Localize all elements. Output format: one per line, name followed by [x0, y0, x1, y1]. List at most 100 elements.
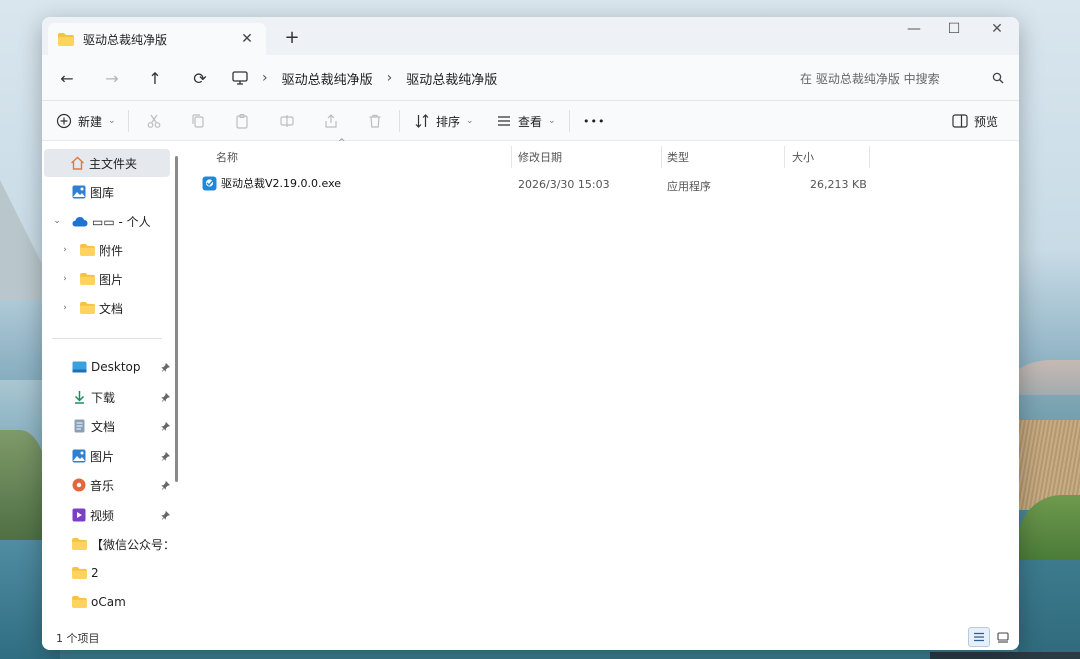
- sidebar-item-folder-2[interactable]: 2: [42, 559, 172, 587]
- item-count: 1 个项目: [56, 632, 100, 645]
- breadcrumb-item[interactable]: 驱动总裁纯净版: [406, 69, 497, 88]
- sidebar-item-downloads[interactable]: 下载: [42, 383, 172, 411]
- folder-icon: [58, 32, 74, 46]
- more-options-button[interactable]: •••: [583, 110, 605, 132]
- sidebar-divider: [52, 338, 162, 339]
- scissors-icon: [146, 113, 162, 129]
- title-bar: 驱动总裁纯净版 ✕ + — ☐ ✕: [42, 17, 1019, 55]
- sidebar-item-label: 音乐: [90, 478, 115, 493]
- column-divider[interactable]: [661, 146, 662, 168]
- pin-icon[interactable]: [161, 421, 170, 431]
- pin-icon[interactable]: [161, 510, 170, 520]
- new-tab-button[interactable]: +: [282, 27, 302, 48]
- sidebar-scrollbar[interactable]: [175, 156, 178, 482]
- list-view-icon: [973, 632, 985, 642]
- pin-icon[interactable]: [161, 362, 170, 372]
- pin-icon[interactable]: [161, 451, 170, 461]
- folder-icon: [72, 567, 87, 579]
- sidebar-item-label: 文档: [99, 301, 124, 316]
- chevron-right-icon[interactable]: ›: [59, 303, 71, 313]
- back-button[interactable]: ←: [56, 67, 78, 89]
- sidebar-item-ocam[interactable]: oCam: [42, 588, 172, 616]
- tiles-view-icon: [997, 631, 1009, 643]
- sidebar-item-desktop[interactable]: Desktop: [42, 353, 172, 381]
- sidebar-item-music[interactable]: 音乐: [42, 471, 172, 499]
- chevron-right-icon[interactable]: ›: [59, 245, 71, 255]
- new-button[interactable]: 新建 ⌄: [56, 110, 116, 132]
- sidebar-item-videos[interactable]: 视频: [42, 501, 172, 529]
- column-divider[interactable]: [511, 146, 512, 168]
- column-divider[interactable]: [784, 146, 785, 168]
- share-button[interactable]: [323, 110, 339, 132]
- sidebar-item-pictures[interactable]: 图片: [42, 442, 172, 470]
- sidebar-item-label: 图片: [90, 449, 115, 464]
- sidebar-item-label: 图库: [90, 185, 115, 200]
- column-label: 名称: [216, 151, 238, 164]
- sidebar-item-label: 【微信公众号：: [91, 537, 172, 552]
- toolbar-divider: [399, 110, 400, 132]
- pictures-icon: [72, 449, 86, 463]
- breadcrumb-separator: ›: [262, 70, 268, 86]
- refresh-button[interactable]: ⟳: [189, 67, 211, 89]
- column-label: 类型: [667, 151, 689, 164]
- sidebar-item-gallery[interactable]: 图库: [42, 178, 172, 206]
- column-label: 大小: [792, 151, 814, 164]
- close-tab-icon[interactable]: ✕: [238, 31, 256, 47]
- up-button[interactable]: ↑: [144, 67, 166, 89]
- column-header-type[interactable]: 类型: [667, 146, 689, 168]
- breadcrumb-separator: ›: [386, 70, 393, 86]
- chevron-down-icon[interactable]: ⌄: [51, 216, 63, 226]
- minimize-button[interactable]: —: [902, 21, 926, 37]
- column-header-date[interactable]: 修改日期: [518, 146, 562, 168]
- computer-icon[interactable]: [232, 71, 248, 85]
- column-divider[interactable]: [869, 146, 870, 168]
- toolbar-divider: [128, 110, 129, 132]
- command-bar: 新建 ⌄ 排序 ⌄ 查看 ⌄ ••• 预览: [42, 101, 1019, 141]
- chevron-down-icon: ⌄: [548, 116, 556, 126]
- forward-button[interactable]: →: [101, 67, 123, 89]
- close-window-button[interactable]: ✕: [985, 21, 1009, 37]
- sidebar-item-home[interactable]: 主文件夹: [44, 149, 170, 177]
- plus-circle-icon: [56, 113, 72, 129]
- copy-button[interactable]: [190, 110, 206, 132]
- app-icon: [202, 176, 217, 191]
- view-button[interactable]: 查看 ⌄: [496, 110, 556, 132]
- maximize-button[interactable]: ☐: [942, 21, 966, 37]
- cut-button[interactable]: [146, 110, 162, 132]
- search-box[interactable]: 在 驱动总裁纯净版 中搜索: [792, 63, 1010, 93]
- search-icon[interactable]: [992, 72, 1004, 84]
- breadcrumb-item[interactable]: 驱动总裁纯净版: [282, 69, 373, 88]
- file-type: 应用程序: [667, 180, 711, 193]
- tiles-view-button[interactable]: [992, 627, 1014, 647]
- sidebar-item-documents-cloud[interactable]: › 文档: [42, 294, 172, 322]
- rename-button[interactable]: [279, 110, 295, 132]
- details-view-button[interactable]: [968, 627, 990, 647]
- delete-button[interactable]: [367, 110, 383, 132]
- preview-label: 预览: [974, 114, 999, 129]
- navigation-pane: 主文件夹 图库 ⌄ ▭▭ - 个人 › 附件 › 图片 › 文档 Desktop…: [42, 142, 182, 625]
- pin-icon[interactable]: [161, 392, 170, 402]
- sidebar-item-pictures-cloud[interactable]: › 图片: [42, 265, 172, 293]
- sidebar-item-label: 附件: [99, 243, 124, 258]
- sidebar-item-label: oCam: [91, 595, 126, 609]
- sidebar-item-attachments[interactable]: › 附件: [42, 236, 172, 264]
- paste-button[interactable]: [234, 110, 250, 132]
- tab-active[interactable]: 驱动总裁纯净版 ✕: [48, 23, 266, 55]
- sidebar-item-wechat-folder[interactable]: 【微信公众号：: [42, 530, 172, 558]
- sort-button[interactable]: 排序 ⌄: [414, 110, 474, 132]
- taskbar: [930, 652, 1080, 659]
- desktop-icon: [72, 361, 87, 373]
- sidebar-item-onedrive[interactable]: ⌄ ▭▭ - 个人: [42, 207, 172, 235]
- pin-icon[interactable]: [161, 480, 170, 490]
- tab-title: 驱动总裁纯净版: [83, 32, 168, 47]
- table-row[interactable]: 驱动总裁V2.19.0.0.exe 2026/3/30 15:03 应用程序 2…: [202, 174, 867, 196]
- document-icon: [74, 419, 85, 433]
- cloud-icon: [72, 216, 88, 227]
- preview-pane-button[interactable]: 预览: [952, 110, 998, 132]
- folder-icon: [80, 244, 95, 256]
- column-header-size[interactable]: 大小: [792, 146, 814, 168]
- chevron-right-icon[interactable]: ›: [59, 274, 71, 284]
- sidebar-item-documents[interactable]: 文档: [42, 412, 172, 440]
- search-input[interactable]: 在 驱动总裁纯净版 中搜索: [800, 70, 992, 87]
- column-header-name[interactable]: 名称: [216, 146, 238, 168]
